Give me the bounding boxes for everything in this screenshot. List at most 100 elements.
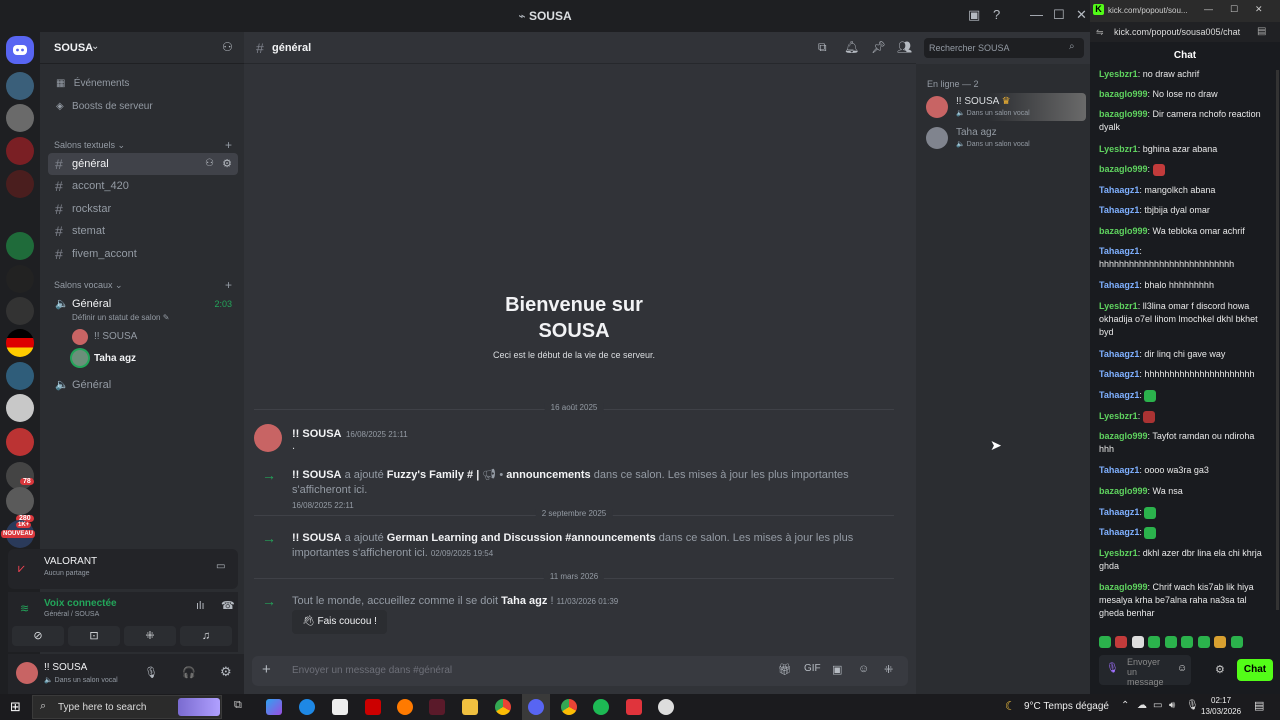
voice-location[interactable]: Général / SOUSA bbox=[44, 611, 99, 618]
chat-username[interactable]: Tahaagz1 bbox=[1099, 527, 1139, 537]
chat-username[interactable]: Lyesbzr1 bbox=[1099, 411, 1138, 421]
gear-icon[interactable]: ⚙ bbox=[1215, 663, 1225, 676]
app-icon[interactable] bbox=[658, 699, 674, 715]
member-item[interactable]: !! SOUSA ♛ 🔈 Dans un salon vocal bbox=[922, 93, 1086, 121]
chat-username[interactable]: Tahaagz1 bbox=[1099, 280, 1139, 290]
chat-username[interactable]: bazaglo999 bbox=[1099, 89, 1148, 99]
server-icon[interactable] bbox=[6, 394, 34, 422]
app-icon[interactable] bbox=[626, 699, 642, 715]
search-box[interactable]: Rechercher SOUSA ⌕ bbox=[924, 38, 1084, 58]
help-icon[interactable]: ? bbox=[993, 7, 1000, 22]
channel-fivem-accont[interactable]: # fivem_accont bbox=[48, 243, 238, 265]
chat-username[interactable]: Tahaagz1 bbox=[1099, 246, 1139, 256]
server-icon[interactable] bbox=[6, 362, 34, 390]
volume-icon[interactable]: 🔊︎ bbox=[1169, 700, 1175, 711]
microphone-icon[interactable]: 🎙 bbox=[1186, 700, 1199, 711]
server-icon[interactable] bbox=[6, 232, 34, 260]
spotify-icon[interactable] bbox=[593, 699, 609, 715]
text-category[interactable]: Salons textuels ⌄ bbox=[54, 140, 125, 151]
microphone-icon[interactable]: 🎙 bbox=[1106, 663, 1119, 674]
chrome-icon[interactable] bbox=[561, 699, 577, 715]
firefox-icon[interactable] bbox=[397, 699, 413, 715]
voice-status[interactable]: Définir un statut de salon ✎ bbox=[72, 313, 169, 322]
emoji-icon[interactable]: ☺ bbox=[858, 663, 869, 675]
store-icon[interactable] bbox=[332, 699, 348, 715]
activities-button[interactable]: ⁜ bbox=[124, 626, 176, 646]
chrome-icon[interactable] bbox=[495, 699, 511, 715]
server-icon[interactable] bbox=[6, 104, 34, 132]
bell-icon[interactable]: 🔔︎ bbox=[844, 40, 859, 54]
server-icon[interactable] bbox=[6, 265, 34, 293]
add-channel-icon[interactable]: + bbox=[225, 138, 232, 152]
emote-icon[interactable] bbox=[1115, 635, 1128, 648]
url-field[interactable]: kick.com/popout/sousa005/chat bbox=[1114, 27, 1240, 37]
channel-general[interactable]: # général ⚇ ⚙ bbox=[48, 153, 238, 175]
emote-icon[interactable] bbox=[1148, 635, 1161, 648]
gif-icon[interactable]: GIF bbox=[804, 663, 821, 674]
invite-icon[interactable]: ⚇ bbox=[205, 153, 214, 175]
network-icon[interactable]: ▭ bbox=[1153, 700, 1162, 711]
message-input[interactable]: Envoyer un message dans #général bbox=[292, 665, 452, 676]
app-icon[interactable] bbox=[365, 699, 381, 715]
members-icon[interactable]: 👥︎ bbox=[897, 40, 912, 54]
avatar[interactable] bbox=[254, 424, 282, 452]
server-icon[interactable] bbox=[6, 137, 34, 165]
copilot-icon[interactable] bbox=[266, 699, 282, 715]
notifications-icon[interactable]: ▤ bbox=[1254, 699, 1264, 712]
inbox-icon[interactable]: ▣ bbox=[968, 7, 980, 23]
cloud-icon[interactable]: ☁ bbox=[1137, 700, 1147, 711]
emote-icon[interactable] bbox=[1131, 635, 1144, 648]
gift-icon[interactable]: 🎁︎ bbox=[778, 663, 792, 676]
windows-start-icon[interactable]: ⊞ bbox=[10, 699, 21, 715]
camera-off-button[interactable]: ⊘ bbox=[12, 626, 64, 646]
clock-time[interactable]: 02:17 bbox=[1211, 696, 1231, 705]
headset-icon[interactable]: 🎧 bbox=[182, 666, 196, 679]
task-view-icon[interactable]: ⧉ bbox=[234, 699, 242, 712]
chat-username[interactable]: bazaglo999 bbox=[1099, 486, 1148, 496]
screenshare-button[interactable]: ⊡ bbox=[68, 626, 120, 646]
avatar[interactable] bbox=[16, 662, 38, 684]
minimize-button[interactable]: — bbox=[1030, 7, 1043, 22]
wave-button[interactable]: 👋︎ Fais coucou ! bbox=[292, 610, 387, 634]
discord-taskbar-icon[interactable] bbox=[528, 699, 544, 715]
chat-username[interactable]: Tahaagz1 bbox=[1099, 465, 1139, 475]
server-icon[interactable] bbox=[6, 329, 34, 357]
signal-icon[interactable]: ≋ bbox=[20, 602, 29, 615]
chat-username[interactable]: bazaglo999 bbox=[1099, 164, 1148, 174]
server-icon[interactable] bbox=[6, 428, 34, 456]
close-button[interactable]: ✕ bbox=[1076, 7, 1087, 23]
search-input[interactable]: Rechercher SOUSA bbox=[929, 43, 1010, 53]
username[interactable]: !! SOUSA bbox=[44, 662, 87, 673]
disconnect-icon[interactable]: ☎ bbox=[221, 599, 235, 612]
message-author[interactable]: !! SOUSA bbox=[292, 428, 342, 440]
app-icon[interactable] bbox=[429, 699, 445, 715]
soundboard-icon[interactable]: ılı bbox=[196, 600, 205, 612]
chevron-up-icon[interactable]: ⌃ bbox=[1121, 700, 1129, 711]
channel-accont-420[interactable]: # accont_420 bbox=[48, 175, 238, 197]
voice-user[interactable]: Taha agz bbox=[94, 353, 136, 364]
maximize-button[interactable]: ☐ bbox=[1053, 7, 1065, 23]
chat-username[interactable]: Tahaagz1 bbox=[1099, 349, 1139, 359]
extension-icon[interactable]: ▤ bbox=[1257, 26, 1266, 37]
clock-date[interactable]: 13/03/2026 bbox=[1201, 707, 1241, 716]
voice-category[interactable]: Salons vocaux ⌄ bbox=[54, 280, 123, 291]
voice-channel-general[interactable]: 🔈 Général 2:03 bbox=[48, 293, 238, 315]
member-item[interactable]: Taha agz 🔈 Dans un salon vocal bbox=[922, 124, 1086, 152]
gear-icon[interactable]: ⚙ bbox=[222, 153, 232, 175]
site-settings-icon[interactable]: ⇋ bbox=[1096, 27, 1104, 38]
microphone-icon[interactable]: 🎙 bbox=[144, 666, 158, 679]
home-discord-icon[interactable] bbox=[6, 36, 34, 64]
chat-username[interactable]: bazaglo999 bbox=[1099, 431, 1148, 441]
emote-icon[interactable] bbox=[1181, 635, 1194, 648]
add-attachment-icon[interactable]: + bbox=[262, 661, 271, 678]
emoji-icon[interactable]: ☺ bbox=[1177, 663, 1187, 674]
maximize-button[interactable]: ☐ bbox=[1230, 4, 1238, 15]
chat-username[interactable]: bazaglo999 bbox=[1099, 226, 1148, 236]
chat-input[interactable]: 🎙 Envoyer un message ☺ bbox=[1099, 655, 1191, 687]
voice-channel-general-2[interactable]: 🔈 Général bbox=[48, 374, 238, 396]
apps-icon[interactable]: ⁜ bbox=[884, 663, 893, 676]
emote-icon[interactable] bbox=[1230, 635, 1243, 648]
emote-icon[interactable] bbox=[1099, 635, 1111, 648]
chat-username[interactable]: bazaglo999 bbox=[1099, 582, 1148, 592]
add-channel-icon[interactable]: + bbox=[225, 278, 232, 292]
